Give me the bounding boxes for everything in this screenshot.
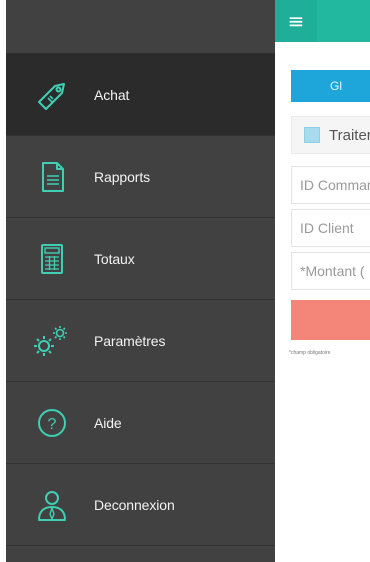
required-field-note: *champ obligatoire [289,350,331,356]
main-panel: ≡ Gl Traiter ID Commande ID Client *Mont… [275,0,370,562]
montant-placeholder: *Montant ( [300,263,365,279]
sidebar-item-deconnexion[interactable]: Deconnexion [6,464,275,546]
primary-action-label: Gl [330,79,342,93]
sidebar-header [6,0,275,54]
sidebar-item-parametres[interactable]: Paramètres [6,300,275,382]
sidebar-item-achat[interactable]: Achat [6,54,275,136]
id-client-placeholder: ID Client [300,220,354,236]
hamburger-icon: ≡ [287,9,305,33]
id-commande-input[interactable]: ID Commande [291,166,370,204]
traiter-checkbox-row[interactable]: Traiter [291,116,370,154]
primary-action-button[interactable]: Gl [291,70,370,102]
user-logout-icon [24,481,80,529]
sidebar-item-label: Rapports [94,168,151,185]
document-icon [24,153,80,201]
sidebar-item-label: Paramètres [94,332,166,349]
price-tag-icon [24,71,80,119]
sidebar-item-rapports[interactable]: Rapports [6,136,275,218]
sidebar: Achat Rapports Totaux Paramètres ? Aide … [6,0,275,562]
svg-text:?: ? [48,416,57,433]
help-icon: ? [24,399,80,447]
sidebar-item-label: Totaux [94,250,135,267]
top-bar: ≡ [275,0,370,42]
montant-input[interactable]: *Montant ( [291,252,370,290]
traiter-checkbox[interactable] [304,127,320,143]
traiter-label: Traiter [329,126,370,144]
id-commande-placeholder: ID Commande [300,177,370,193]
calculator-icon [24,235,80,283]
sidebar-item-label: Aide [94,414,122,431]
sidebar-item-label: Achat [94,86,130,103]
gears-icon [24,317,80,365]
sidebar-item-aide[interactable]: ? Aide [6,382,275,464]
menu-toggle-button[interactable]: ≡ [275,0,317,42]
sidebar-item-totaux[interactable]: Totaux [6,218,275,300]
submit-button[interactable] [291,300,370,340]
id-client-input[interactable]: ID Client [291,209,370,247]
sidebar-item-label: Deconnexion [94,496,175,513]
